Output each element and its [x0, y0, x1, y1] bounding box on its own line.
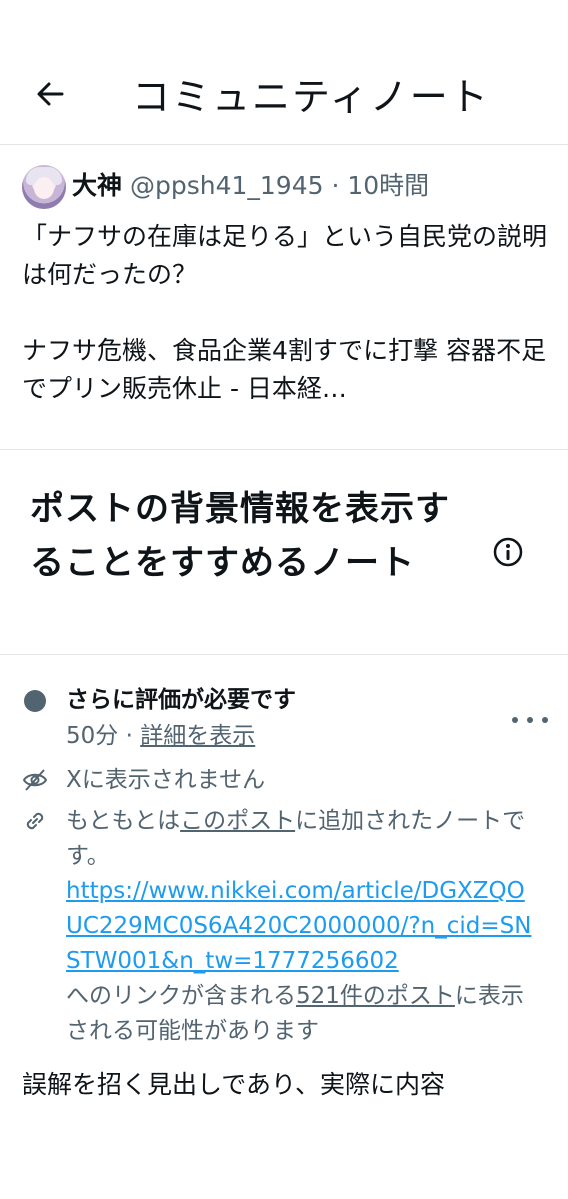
avatar[interactable]	[22, 165, 66, 209]
not-shown-label: Xに表示されません	[66, 767, 266, 793]
original-post-link[interactable]: このポスト	[180, 808, 295, 834]
source-url-link[interactable]: https://www.nikkei.com/article/DGXZQOUC2…	[66, 878, 531, 974]
page-title: コミュニティノート	[132, 75, 490, 119]
note-heading: ポストの背景情報を表示することをすすめるノート	[30, 489, 450, 583]
more-dots-icon	[512, 717, 518, 723]
status-meta: 50分 · 詳細を表示	[66, 720, 255, 752]
back-button[interactable]	[30, 74, 70, 114]
related-posts-link[interactable]: 521件のポスト	[296, 983, 455, 1009]
post-text: 「ナフサの在庫は足りる」という自民党の説明は何だったの？ ナフサ危機、食品企業4…	[22, 218, 552, 408]
author-name[interactable]: 大神	[72, 171, 122, 200]
more-options-button[interactable]	[512, 708, 548, 732]
separator: ·	[125, 723, 133, 749]
link-prefix: へのリンクが含まれる	[66, 983, 296, 1009]
status-indicator	[24, 690, 46, 712]
note-origin-info: もともとはこのポストに追加されたノートです。 https://www.nikke…	[66, 804, 536, 1049]
post-time[interactable]: 10時間	[347, 171, 429, 200]
arrow-left-icon	[37, 82, 64, 106]
post-author-line: 大神 @ppsh41_1945 · 10時間	[72, 170, 429, 202]
note-body-text: 誤解を招く見出しであり、実際に内容	[22, 1070, 446, 1099]
info-circle-icon	[493, 537, 523, 567]
post-text-paragraph-1: 「ナフサの在庫は足りる」という自民党の説明は何だったの？	[22, 222, 548, 289]
status-title: さらに評価が必要です	[66, 687, 296, 713]
status-time: 50分	[66, 723, 119, 749]
info-button[interactable]	[491, 535, 525, 569]
author-handle[interactable]: @ppsh41_1945	[130, 171, 324, 200]
link-icon	[26, 812, 44, 830]
eye-off-icon	[22, 769, 48, 791]
top-bar	[0, 0, 568, 145]
post-text-paragraph-2: ナフサ危機、食品企業4割すでに打撃 容器不足でプリン販売休止 - 日本経…	[22, 336, 547, 403]
details-link[interactable]: 詳細を表示	[140, 723, 255, 749]
origin-prefix: もともとは	[66, 808, 181, 834]
separator: ·	[331, 171, 340, 200]
